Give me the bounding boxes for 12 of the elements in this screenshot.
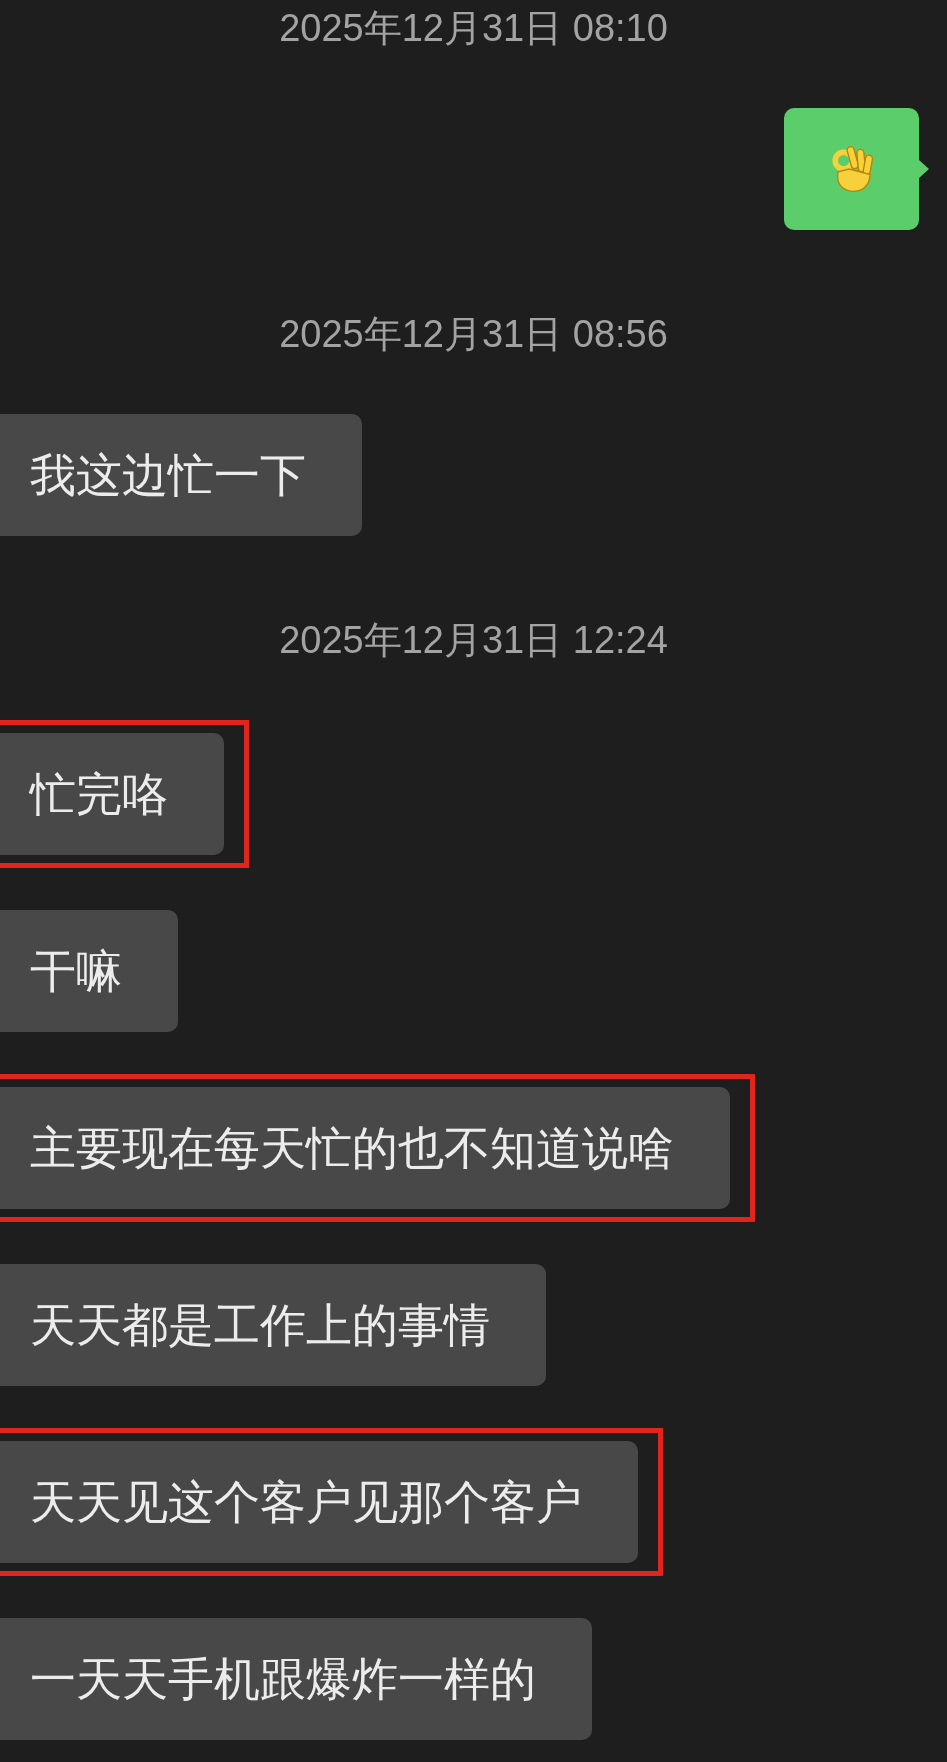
- message-bubble[interactable]: 一天天手机跟爆炸一样的: [0, 1618, 592, 1740]
- bubble-tail: [919, 160, 929, 178]
- message-bubble[interactable]: 主要现在每天忙的也不知道说啥: [0, 1087, 730, 1209]
- message-bubble[interactable]: 干嘛: [0, 910, 178, 1032]
- sticker-bubble[interactable]: [784, 108, 919, 230]
- message-bubble[interactable]: 天天都是工作上的事情: [0, 1264, 546, 1386]
- message-bubble[interactable]: 天天见这个客户见那个客户: [0, 1441, 638, 1563]
- message-bubble[interactable]: 忙完咯: [0, 733, 224, 855]
- timestamp: 2025年12月31日 08:10: [279, 8, 668, 48]
- timestamp: 2025年12月31日 12:24: [279, 620, 668, 660]
- timestamp: 2025年12月31日 08:56: [279, 314, 668, 354]
- message-bubble[interactable]: 我这边忙一下: [0, 414, 362, 536]
